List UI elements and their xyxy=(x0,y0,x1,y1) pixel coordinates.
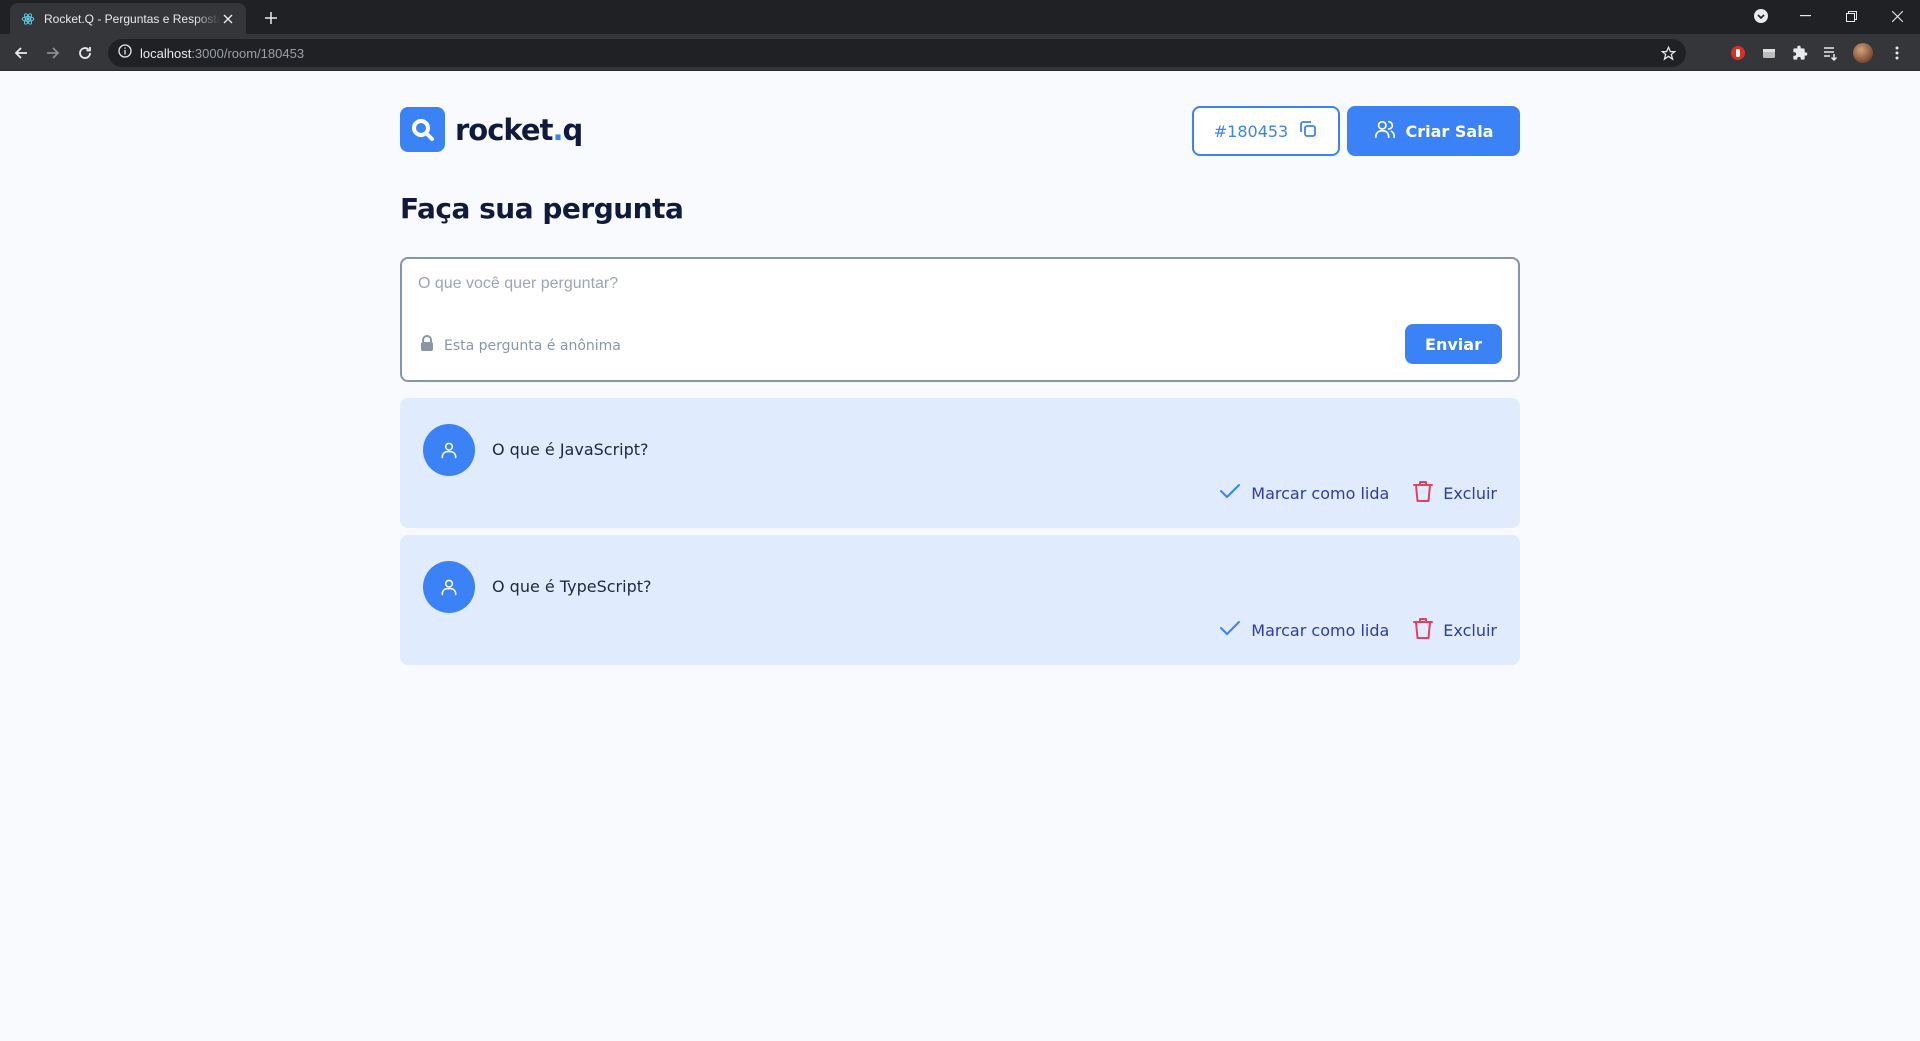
room-code-button[interactable]: #180453 xyxy=(1192,106,1340,156)
question-text: O que é JavaScript? xyxy=(492,440,649,459)
logo-text-dot: . xyxy=(552,112,563,147)
restore-icon[interactable] xyxy=(1828,0,1874,32)
new-tab-icon[interactable] xyxy=(260,7,282,29)
page-header: rocket.q #180453 Criar Sala xyxy=(400,106,1520,158)
check-icon xyxy=(1219,482,1241,504)
copy-icon xyxy=(1298,119,1318,143)
logo[interactable]: rocket.q xyxy=(400,107,584,152)
lock-icon xyxy=(420,335,434,356)
check-icon xyxy=(1219,619,1241,641)
create-room-label: Criar Sala xyxy=(1405,121,1494,141)
browser-toolbar: localhost:3000/room/180453 xyxy=(0,34,1920,71)
site-info-icon[interactable] xyxy=(118,43,132,63)
trash-icon xyxy=(1413,480,1434,506)
question-actions: Marcar como lida Excluir xyxy=(1219,480,1497,506)
browser-tab[interactable]: Rocket.Q - Perguntas e Respostas xyxy=(10,3,246,34)
logo-search-icon xyxy=(400,107,445,152)
question-card: O que é TypeScript? Marcar como lida Exc… xyxy=(400,535,1520,665)
users-icon xyxy=(1374,118,1396,144)
extensions-puzzle-icon[interactable] xyxy=(1789,42,1811,64)
tab-title: Rocket.Q - Perguntas e Respostas xyxy=(44,11,220,26)
question-card: O que é JavaScript? Marcar como lida Exc… xyxy=(400,398,1520,528)
trash-icon xyxy=(1413,617,1434,643)
browser-tabbar: Rocket.Q - Perguntas e Respostas xyxy=(0,0,1920,34)
url-host: localhost xyxy=(140,45,192,61)
anonymous-note: Esta pergunta é anônima xyxy=(420,335,621,356)
delete-button[interactable]: Excluir xyxy=(1413,480,1497,506)
anonymous-label: Esta pergunta é anônima xyxy=(444,337,621,354)
create-room-button[interactable]: Criar Sala xyxy=(1347,106,1520,156)
mark-as-read-label: Marcar como lida xyxy=(1251,620,1390,640)
url-path: :3000/room/180453 xyxy=(191,45,305,61)
user-avatar-icon xyxy=(423,424,475,476)
browser-menu-icon[interactable] xyxy=(1886,42,1908,64)
extension-stop-icon[interactable] xyxy=(1727,42,1749,64)
question-actions: Marcar como lida Excluir xyxy=(1219,617,1497,643)
send-button[interactable]: Enviar xyxy=(1405,324,1502,364)
page: rocket.q #180453 Criar Sala Faça sua per… xyxy=(0,71,1920,1041)
address-bar[interactable]: localhost:3000/room/180453 xyxy=(108,39,1686,67)
page-title: Faça sua pergunta xyxy=(400,192,684,225)
logo-text-main: rocket xyxy=(455,112,553,147)
extension-box-icon[interactable] xyxy=(1758,42,1780,64)
reading-list-icon[interactable] xyxy=(1820,42,1842,64)
profile-avatar[interactable] xyxy=(1852,42,1874,64)
forward-icon[interactable] xyxy=(40,40,66,66)
delete-label: Excluir xyxy=(1443,483,1497,503)
bookmark-star-icon[interactable] xyxy=(1661,45,1676,61)
react-icon xyxy=(20,11,36,27)
mark-as-read-label: Marcar como lida xyxy=(1251,483,1390,503)
room-code-label: #180453 xyxy=(1213,121,1289,141)
question-text: O que é TypeScript? xyxy=(492,577,652,596)
url-text: localhost:3000/room/180453 xyxy=(140,46,304,61)
delete-button[interactable]: Excluir xyxy=(1413,617,1497,643)
user-avatar-icon xyxy=(423,561,475,613)
mark-as-read-button[interactable]: Marcar como lida xyxy=(1219,482,1389,504)
delete-label: Excluir xyxy=(1443,620,1497,640)
close-window-icon[interactable] xyxy=(1874,0,1920,32)
tab-search-icon[interactable] xyxy=(1738,0,1784,32)
logo-text: rocket.q xyxy=(455,112,584,147)
mark-as-read-button[interactable]: Marcar como lida xyxy=(1219,619,1389,641)
question-input[interactable] xyxy=(418,275,1498,293)
question-form: Esta pergunta é anônima Enviar xyxy=(400,257,1520,382)
back-icon[interactable] xyxy=(8,40,34,66)
close-tab-icon[interactable] xyxy=(220,11,236,27)
logo-text-end: q xyxy=(562,112,584,147)
minimize-icon[interactable] xyxy=(1782,0,1828,32)
reload-icon[interactable] xyxy=(72,40,98,66)
